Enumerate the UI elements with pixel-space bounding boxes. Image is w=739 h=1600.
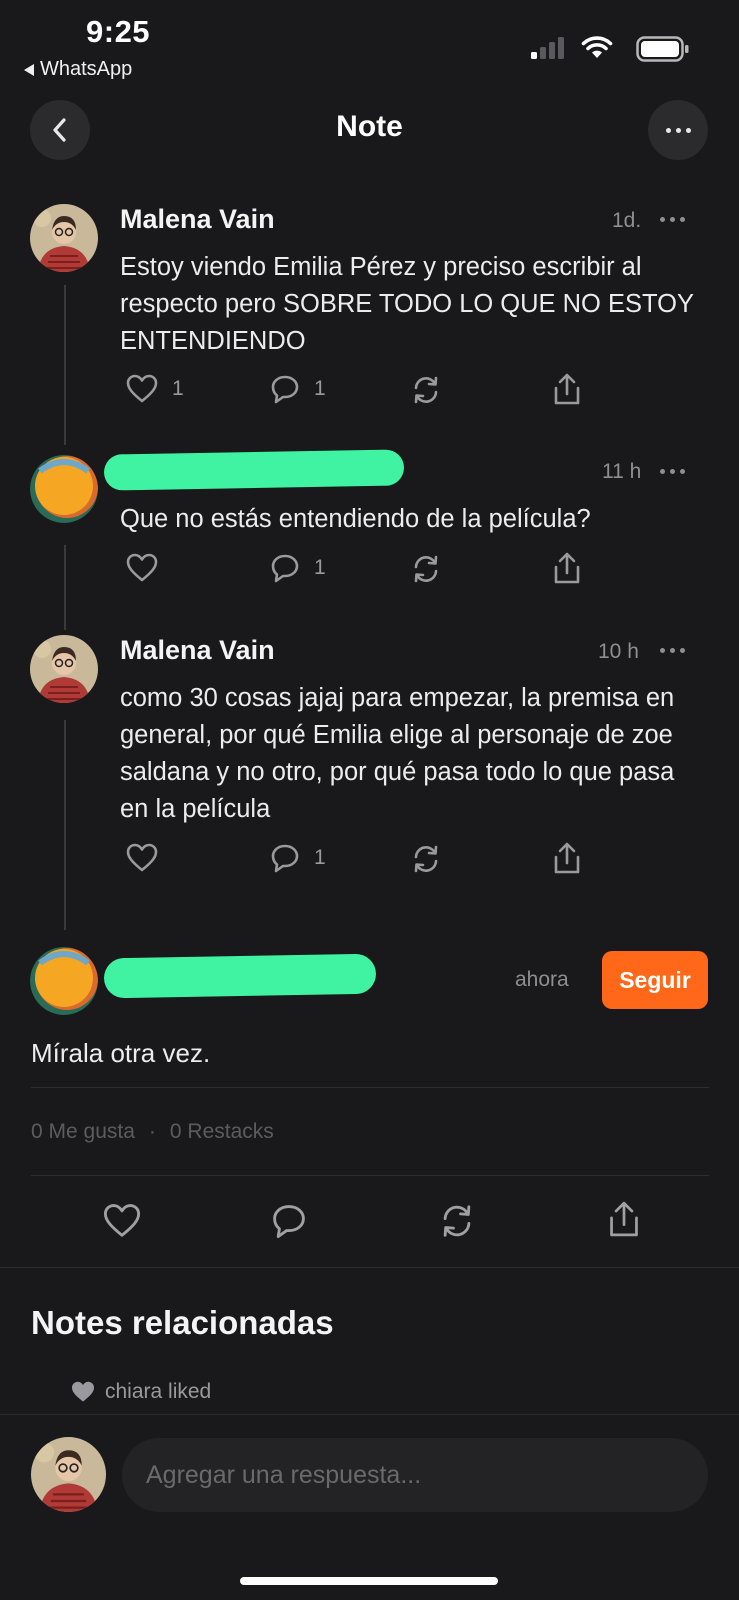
avatar[interactable] — [30, 947, 98, 1015]
heart-icon — [126, 553, 158, 582]
comment-icon — [273, 1205, 305, 1239]
post-more-icon[interactable] — [660, 648, 685, 653]
follow-button[interactable]: Seguir — [602, 951, 708, 1009]
comment-button[interactable] — [271, 1203, 307, 1239]
post-more-icon[interactable] — [660, 469, 685, 474]
post-text: Que no estás entendiendo de la película? — [120, 505, 591, 533]
comment-button[interactable]: 1 — [270, 553, 326, 583]
comment-count: 1 — [314, 556, 326, 579]
post-text: Estoy viendo Emilia Pérez y preciso escr… — [120, 253, 694, 355]
battery-icon — [636, 36, 690, 62]
divider — [31, 1087, 709, 1088]
wifi-icon — [581, 36, 613, 60]
comment-icon — [271, 844, 299, 873]
restack-icon — [414, 555, 438, 583]
share-button[interactable] — [552, 372, 582, 406]
like-button[interactable]: 1 — [126, 374, 184, 404]
comment-button[interactable]: 1 — [270, 843, 326, 873]
thread-line — [64, 720, 66, 930]
share-button[interactable] — [552, 551, 582, 585]
avatar[interactable] — [30, 455, 98, 523]
back-to-app-link[interactable]: WhatsApp — [24, 58, 132, 81]
more-options-button[interactable] — [648, 100, 708, 160]
timestamp: 1d. — [612, 209, 642, 232]
divider — [0, 1414, 739, 1415]
signal-icon — [531, 37, 565, 59]
timestamp: 10 h — [598, 640, 639, 663]
likes-stat[interactable]: 0 Me gusta — [31, 1120, 135, 1144]
back-triangle-icon — [24, 63, 34, 76]
avatar[interactable] — [30, 204, 98, 272]
share-button[interactable] — [552, 841, 582, 875]
restack-icon — [414, 376, 438, 404]
share-icon — [610, 1201, 638, 1237]
liked-by-text: chiara liked — [105, 1380, 212, 1403]
heart-filled-icon — [72, 1381, 94, 1402]
share-icon — [554, 373, 580, 405]
author-name[interactable]: Malena Vain — [120, 204, 275, 235]
restack-icon — [443, 1205, 471, 1237]
restack-icon — [414, 845, 438, 873]
liked-by-row[interactable]: chiara liked — [71, 1380, 211, 1404]
restacks-stat[interactable]: 0 Restacks — [170, 1120, 274, 1144]
more-horizontal-icon — [665, 127, 691, 133]
comment-count: 1 — [314, 377, 326, 400]
heart-icon — [103, 1204, 141, 1237]
redacted-author-name — [103, 449, 405, 491]
avatar[interactable] — [30, 635, 98, 703]
note-text: Mírala otra vez. — [31, 1038, 211, 1068]
redacted-author-name — [103, 953, 377, 999]
divider — [31, 1175, 709, 1176]
like-button[interactable] — [126, 553, 158, 583]
divider — [0, 1267, 739, 1268]
comment-icon — [271, 375, 299, 404]
note-stats: 0 Me gusta · 0 Restacks — [31, 1120, 274, 1144]
status-time: 9:25 — [86, 14, 151, 49]
thread-line — [64, 545, 66, 630]
comment-count: 1 — [314, 846, 326, 869]
share-icon — [554, 842, 580, 874]
restack-button[interactable] — [438, 1202, 476, 1240]
thread-line — [64, 285, 66, 445]
comment-icon — [271, 554, 299, 583]
current-user-avatar[interactable] — [31, 1437, 106, 1512]
share-button[interactable] — [607, 1199, 641, 1239]
like-button[interactable] — [103, 1203, 141, 1239]
heart-icon — [126, 843, 158, 872]
like-count: 1 — [172, 377, 184, 400]
share-icon — [554, 552, 580, 584]
restack-button[interactable] — [410, 374, 442, 406]
page-title: Note — [336, 110, 403, 143]
restack-button[interactable] — [410, 843, 442, 875]
post-text: como 30 cosas jajaj para empezar, la pre… — [120, 684, 675, 823]
comment-button[interactable]: 1 — [270, 374, 326, 404]
author-name[interactable]: Malena Vain — [120, 635, 275, 666]
back-app-label: WhatsApp — [40, 58, 133, 80]
heart-icon — [126, 374, 158, 403]
post-more-icon[interactable] — [660, 217, 685, 222]
stats-separator: · — [148, 1120, 156, 1143]
related-notes-heading: Notes relacionadas — [31, 1304, 334, 1341]
like-button[interactable] — [126, 843, 158, 873]
timestamp: 11 h — [602, 460, 642, 483]
restack-button[interactable] — [410, 553, 442, 585]
reply-input[interactable]: Agregar una respuesta... — [122, 1438, 708, 1512]
home-indicator[interactable] — [240, 1577, 498, 1585]
timestamp: ahora — [515, 968, 569, 991]
